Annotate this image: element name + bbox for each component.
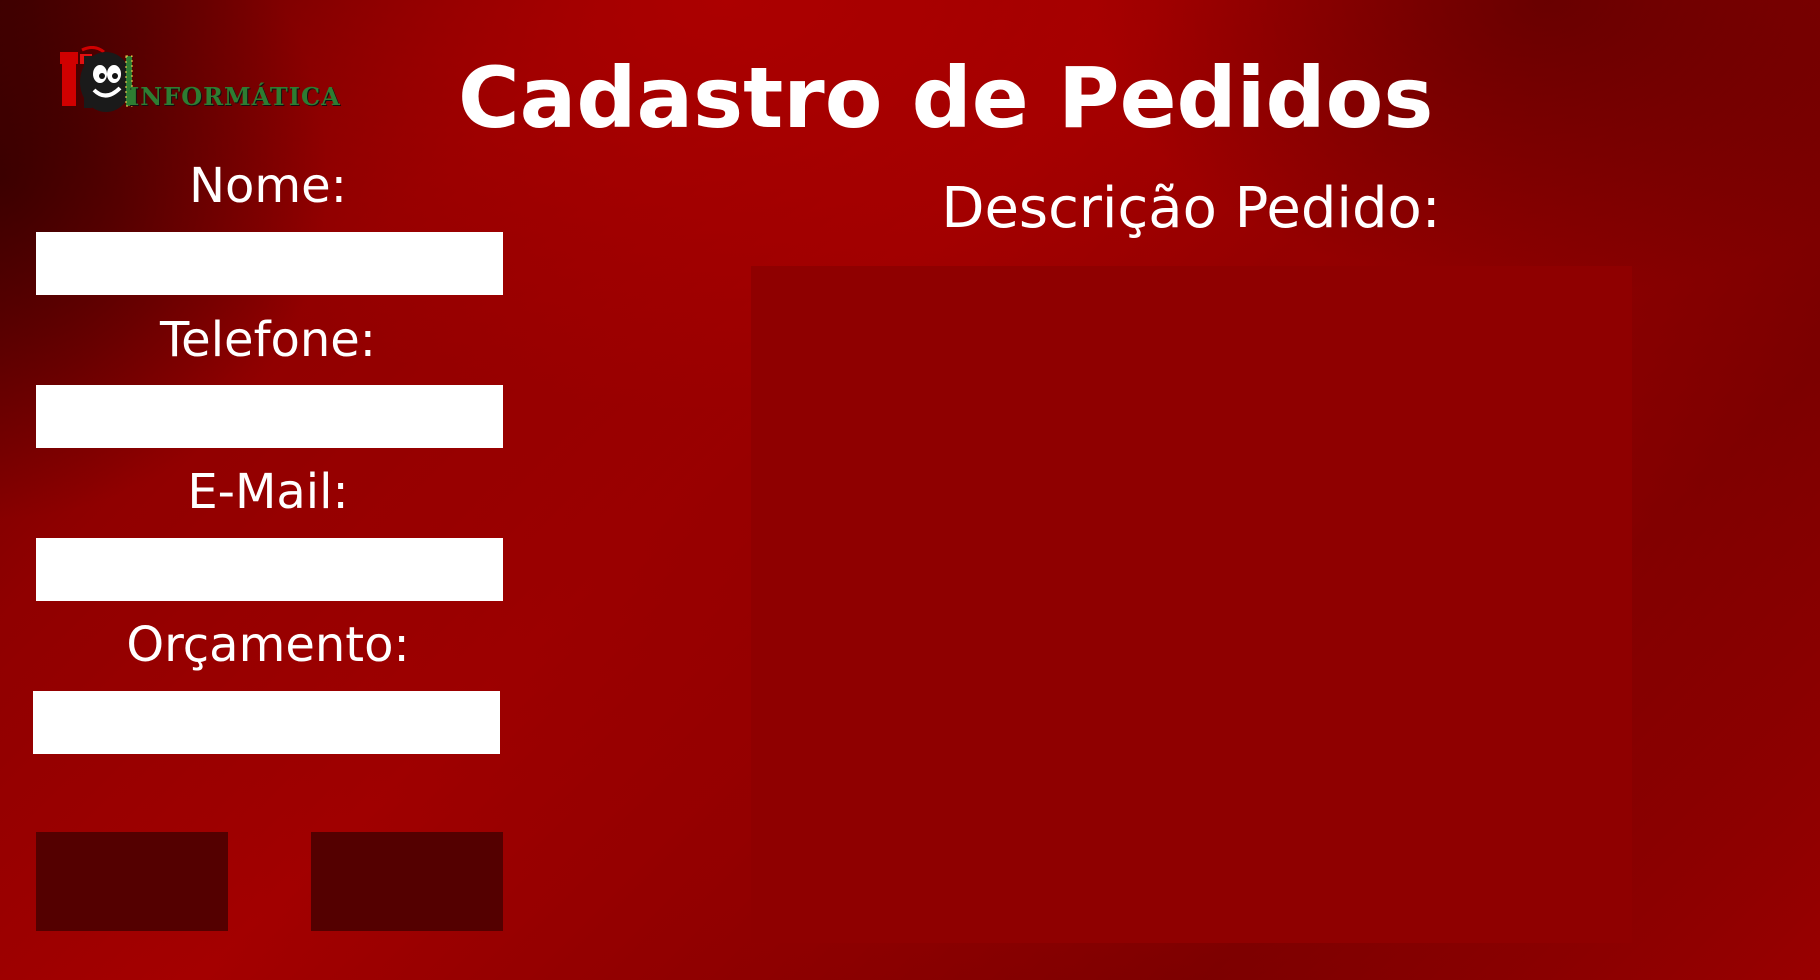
orcamento-input[interactable]	[33, 691, 500, 754]
page-title: Cadastro de Pedidos	[458, 49, 1434, 147]
email-label: E-Mail:	[187, 464, 349, 520]
descricao-label: Descrição Pedido:	[941, 176, 1441, 241]
orcamento-label: Orçamento:	[126, 617, 410, 673]
nome-input[interactable]	[36, 232, 503, 295]
telefone-label: Telefone:	[160, 312, 376, 368]
telefone-input[interactable]	[36, 385, 503, 448]
nome-label: Nome:	[189, 158, 347, 214]
secondary-action-button[interactable]	[311, 832, 503, 931]
email-input[interactable]	[36, 538, 503, 601]
brand-logo: INFORMÁTICA	[60, 45, 340, 116]
primary-action-button[interactable]	[36, 832, 228, 931]
descricao-textarea[interactable]	[751, 266, 1632, 943]
logo-text: INFORMÁTICA	[128, 82, 341, 111]
